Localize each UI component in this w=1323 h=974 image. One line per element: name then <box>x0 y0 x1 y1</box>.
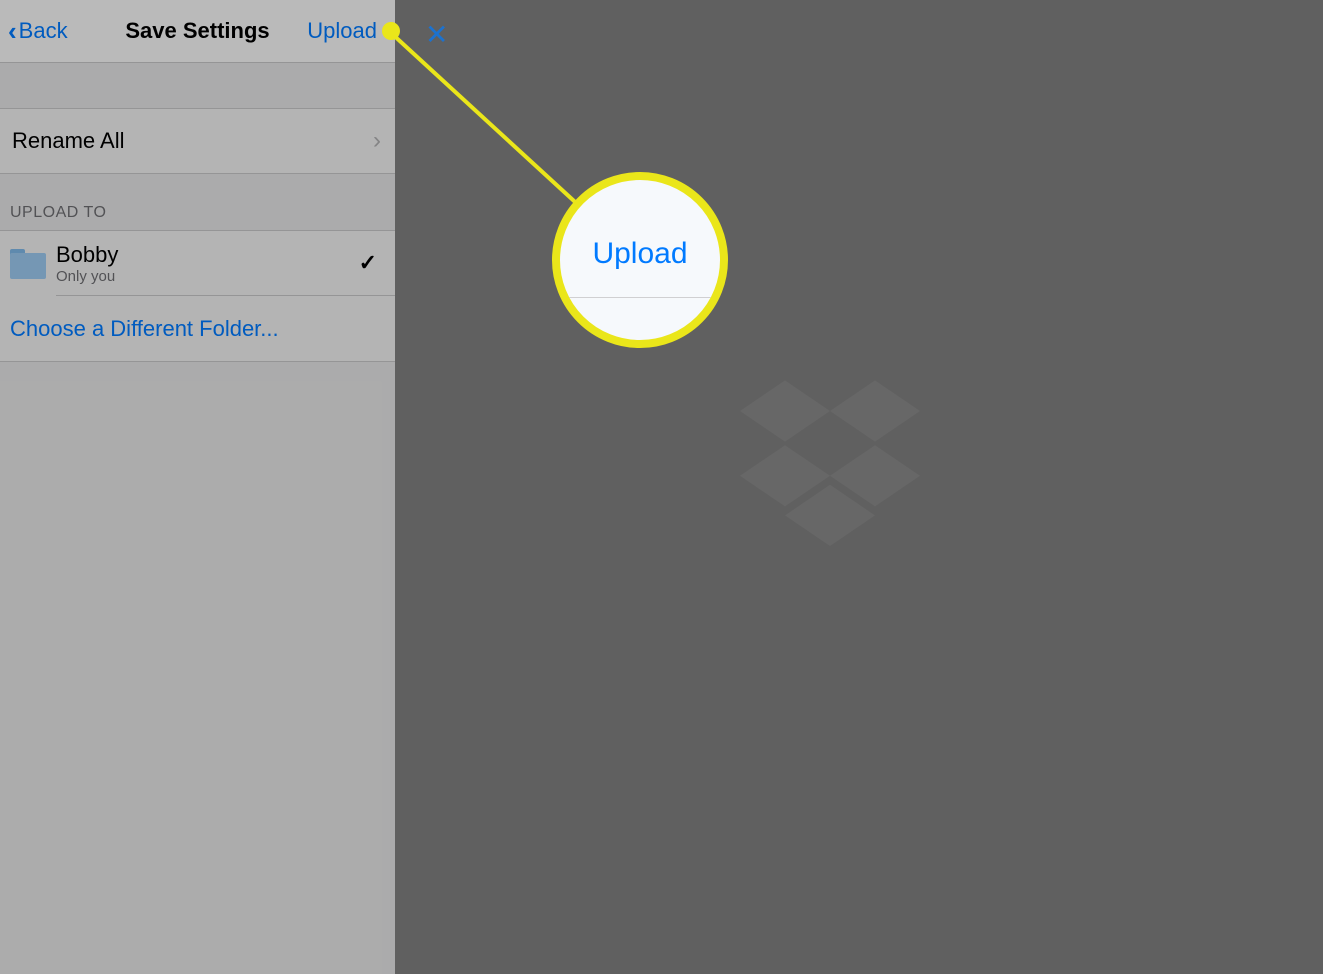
annotation-callout: Upload <box>552 172 728 348</box>
upload-button[interactable]: Upload <box>307 18 377 44</box>
rename-label: Rename All <box>12 128 125 154</box>
choose-folder-label: Choose a Different Folder... <box>10 316 279 342</box>
choose-different-folder-button[interactable]: Choose a Different Folder... <box>0 296 395 362</box>
back-button[interactable]: ‹ Back <box>8 16 68 47</box>
dropbox-logo-icon <box>740 380 920 550</box>
page-title: Save Settings <box>125 18 269 44</box>
rename-all-row[interactable]: Rename All › <box>0 108 395 174</box>
upload-to-section-label: UPLOAD TO <box>0 174 395 230</box>
callout-upload-label: Upload <box>592 237 687 271</box>
annotation-dot <box>382 22 400 40</box>
folder-sharing-status: Only you <box>56 268 395 285</box>
back-label: Back <box>19 18 68 44</box>
destination-folder-row[interactable]: Bobby Only you ✓ <box>0 230 395 296</box>
folder-name: Bobby <box>56 242 395 268</box>
sidebar-header: ‹ Back Save Settings Upload <box>0 0 395 63</box>
chevron-left-icon: ‹ <box>8 16 17 47</box>
chevron-right-icon: › <box>373 127 381 155</box>
checkmark-icon: ✓ <box>359 250 377 276</box>
folder-icon <box>10 249 46 279</box>
